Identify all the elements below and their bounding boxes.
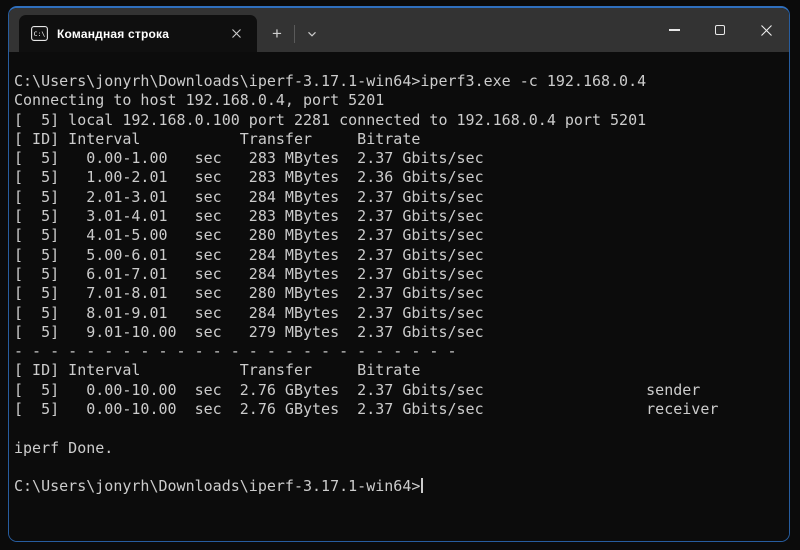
terminal-window: C:\ Командная строка + bbox=[8, 6, 790, 542]
terminal-line: [ 5] 1.00-2.01 sec 283 MBytes 2.36 Gbits… bbox=[14, 168, 785, 187]
terminal-line bbox=[14, 419, 785, 438]
terminal-line: [ 5] 2.01-3.01 sec 284 MBytes 2.37 Gbits… bbox=[14, 188, 785, 207]
terminal-line: [ 5] 3.01-4.01 sec 283 MBytes 2.37 Gbits… bbox=[14, 207, 785, 226]
svg-text:C:\: C:\ bbox=[34, 30, 46, 38]
terminal-line: Connecting to host 192.168.0.4, port 520… bbox=[14, 91, 785, 110]
terminal-line: [ 5] 8.01-9.01 sec 284 MBytes 2.37 Gbits… bbox=[14, 304, 785, 323]
close-icon bbox=[760, 24, 773, 37]
terminal-line bbox=[14, 458, 785, 477]
terminal-line: iperf Done. bbox=[14, 439, 785, 458]
terminal-line: [ 5] 9.01-10.00 sec 279 MBytes 2.37 Gbit… bbox=[14, 323, 785, 342]
tab-title: Командная строка bbox=[57, 27, 225, 41]
minimize-button[interactable] bbox=[651, 8, 697, 52]
tab-close-icon[interactable] bbox=[225, 23, 247, 45]
prompt-line: C:\Users\jonyrh\Downloads\iperf-3.17.1-w… bbox=[14, 477, 785, 496]
maximize-button[interactable] bbox=[697, 8, 743, 52]
terminal-line: C:\Users\jonyrh\Downloads\iperf-3.17.1-w… bbox=[14, 72, 785, 91]
tab-command-prompt[interactable]: C:\ Командная строка bbox=[19, 15, 257, 52]
terminal-line: [ 5] local 192.168.0.100 port 2281 conne… bbox=[14, 111, 785, 130]
minimize-icon bbox=[669, 29, 680, 30]
maximize-icon bbox=[715, 25, 725, 35]
terminal-line: [ 5] 4.01-5.00 sec 280 MBytes 2.37 Gbits… bbox=[14, 226, 785, 245]
terminal-line: [ 5] 0.00-1.00 sec 283 MBytes 2.37 Gbits… bbox=[14, 149, 785, 168]
terminal-line: [ 5] 0.00-10.00 sec 2.76 GBytes 2.37 Gbi… bbox=[14, 381, 785, 400]
text-cursor bbox=[421, 478, 423, 493]
new-tab-button[interactable]: + bbox=[260, 15, 294, 52]
prompt-text: C:\Users\jonyrh\Downloads\iperf-3.17.1-w… bbox=[14, 477, 420, 495]
terminal-line: [ ID] Interval Transfer Bitrate bbox=[14, 130, 785, 149]
terminal-output[interactable]: C:\Users\jonyrh\Downloads\iperf-3.17.1-w… bbox=[9, 52, 789, 541]
caption-controls bbox=[651, 8, 789, 52]
terminal-line: [ ID] Interval Transfer Bitrate bbox=[14, 361, 785, 380]
terminal-line: [ 5] 5.00-6.01 sec 284 MBytes 2.37 Gbits… bbox=[14, 246, 785, 265]
terminal-line: [ 5] 0.00-10.00 sec 2.76 GBytes 2.37 Gbi… bbox=[14, 400, 785, 419]
cmd-icon: C:\ bbox=[31, 26, 48, 41]
titlebar[interactable]: C:\ Командная строка + bbox=[9, 8, 789, 52]
tab-dropdown-button[interactable] bbox=[295, 15, 329, 52]
terminal-line: [ 5] 6.01-7.01 sec 284 MBytes 2.37 Gbits… bbox=[14, 265, 785, 284]
separator-line: - - - - - - - - - - - - - - - - - - - - … bbox=[14, 342, 785, 361]
chevron-down-icon bbox=[306, 28, 318, 40]
close-button[interactable] bbox=[743, 8, 789, 52]
terminal-line: [ 5] 7.01-8.01 sec 280 MBytes 2.37 Gbits… bbox=[14, 284, 785, 303]
